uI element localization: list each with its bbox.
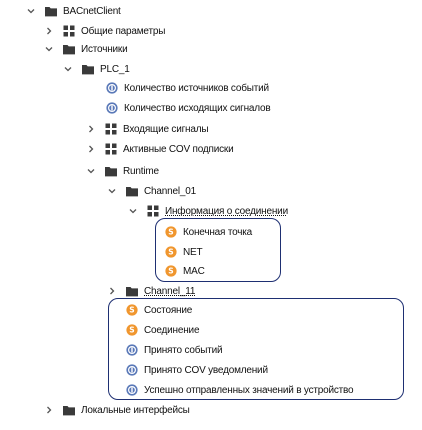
tree-node-label: Соединение <box>144 324 200 336</box>
folder-icon <box>44 4 58 18</box>
tree-node-label: Активные COV подписки <box>123 143 234 155</box>
orange-s-icon <box>164 264 178 278</box>
tree-node-runtime[interactable]: Runtime <box>86 161 159 181</box>
blue-value-icon <box>105 101 119 115</box>
tree-node-connection-info[interactable]: Информация о соединении <box>128 201 288 221</box>
chevron-down-icon[interactable] <box>107 186 117 196</box>
tree-node-label: Количество источников событий <box>124 82 269 94</box>
chevron-right-icon[interactable] <box>86 144 96 154</box>
folder-icon <box>125 184 139 198</box>
tree-node-event-sources-count[interactable]: Количество источников событий <box>105 78 269 98</box>
blue-value-icon <box>125 383 139 397</box>
tree-node-sources[interactable]: Источники <box>44 39 128 59</box>
orange-s-icon <box>164 245 178 259</box>
tree-node-label: Runtime <box>123 165 159 177</box>
tree-node-active-cov[interactable]: Активные COV подписки <box>86 139 234 159</box>
grid-icon <box>62 24 76 38</box>
tree-node-events-received[interactable]: Принято событий <box>125 340 223 360</box>
chevron-down-icon[interactable] <box>128 206 138 216</box>
tree-node-net[interactable]: NET <box>164 242 203 262</box>
tree-node-label: Channel_11 <box>144 285 196 297</box>
tree-node-label: Принято COV уведомлений <box>144 364 268 376</box>
tree-node-label: PLC_1 <box>100 63 130 75</box>
tree-node-endpoint[interactable]: Конечная точка <box>164 222 252 242</box>
tree-node-connection[interactable]: Соединение <box>125 320 200 340</box>
chevron-right-icon[interactable] <box>86 124 96 134</box>
blue-value-icon <box>125 343 139 357</box>
tree-node-incoming-signals[interactable]: Входящие сигналы <box>86 119 209 139</box>
chevron-down-icon[interactable] <box>26 6 36 16</box>
orange-s-icon <box>164 225 178 239</box>
folder-icon <box>62 42 76 56</box>
tree-node-local-interfaces[interactable]: Локальные интерфейсы <box>44 400 190 420</box>
folder-icon <box>125 284 139 298</box>
tree-node-label: Локальные интерфейсы <box>81 404 190 416</box>
chevron-right-icon[interactable] <box>44 405 54 415</box>
tree-node-label: Общие параметры <box>81 25 166 37</box>
tree-node-label: Конечная точка <box>183 226 253 238</box>
chevron-down-icon[interactable] <box>86 166 96 176</box>
tree-node-general-params[interactable]: Общие параметры <box>44 21 165 41</box>
tree-node-label: Количество исходящих сигналов <box>124 102 271 114</box>
tree-node-channel-11[interactable]: Channel_11 <box>107 281 195 301</box>
blue-value-icon <box>125 363 139 377</box>
tree-node-channel-01[interactable]: Channel_01 <box>107 181 196 201</box>
tree-node-label: Channel_01 <box>144 185 196 197</box>
grid-icon <box>146 204 160 218</box>
chevron-right-icon[interactable] <box>44 26 54 36</box>
tree-node-label: Успешно отправленных значений в устройст… <box>144 384 354 396</box>
tree-node-mac[interactable]: MAC <box>164 261 205 281</box>
tree-node-label: Входящие сигналы <box>123 123 209 135</box>
tree-node-cov-received[interactable]: Принято COV уведомлений <box>125 360 268 380</box>
blue-value-icon <box>105 81 119 95</box>
folder-icon <box>81 62 95 76</box>
tree-node-label: MAC <box>183 265 205 277</box>
tree-node-outgoing-signals-count[interactable]: Количество исходящих сигналов <box>105 98 271 118</box>
tree-node-values-sent[interactable]: Успешно отправленных значений в устройст… <box>125 380 354 400</box>
tree-node-label: NET <box>183 246 203 258</box>
tree-node-label: Информация о соединении <box>165 205 288 217</box>
tree-node-label: BACnetClient <box>63 5 121 17</box>
tree-node-label: Принято событий <box>144 344 223 356</box>
tree-node-label: Состояние <box>144 304 193 316</box>
grid-icon <box>104 142 118 156</box>
orange-s-icon <box>125 303 139 317</box>
chevron-down-icon[interactable] <box>63 64 73 74</box>
tree-node-label: Источники <box>81 43 128 55</box>
orange-s-icon <box>125 323 139 337</box>
tree-node-plc[interactable]: PLC_1 <box>63 59 130 79</box>
folder-icon <box>62 403 76 417</box>
chevron-right-icon[interactable] <box>107 286 117 296</box>
tree-node-bacnetclient[interactable]: BACnetClient <box>26 1 121 21</box>
tree-node-state[interactable]: Состояние <box>125 300 192 320</box>
grid-icon <box>104 122 118 136</box>
folder-icon <box>104 164 118 178</box>
chevron-down-icon[interactable] <box>44 44 54 54</box>
